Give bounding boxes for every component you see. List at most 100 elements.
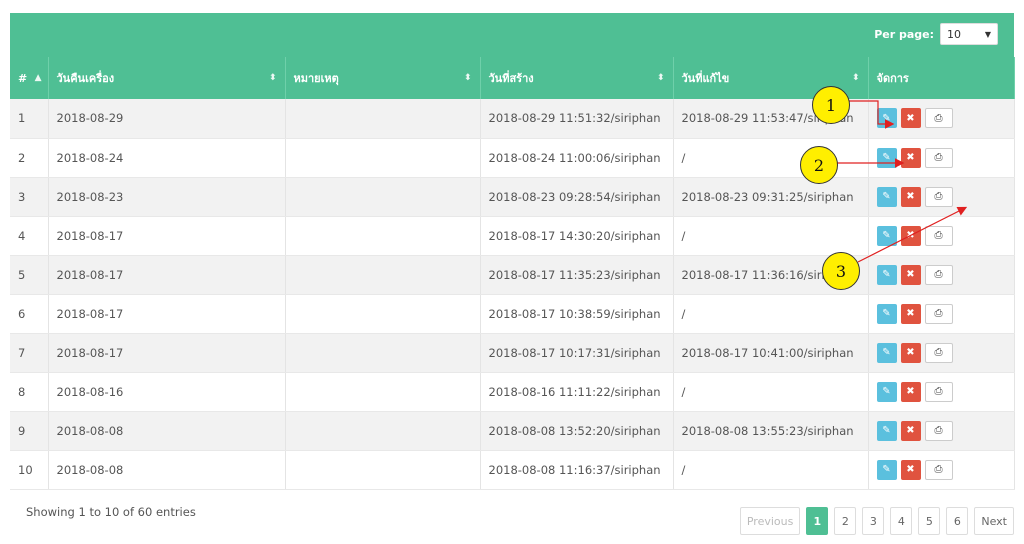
note bbox=[285, 99, 481, 139]
column-header-number[interactable]: # ▲ bbox=[10, 57, 49, 99]
edited-at: / bbox=[673, 294, 869, 334]
delete-button[interactable]: ✖ bbox=[900, 420, 921, 441]
return-date: 2018-08-17 bbox=[48, 294, 286, 334]
note bbox=[285, 450, 481, 490]
return-date: 2018-08-08 bbox=[48, 450, 286, 490]
note bbox=[285, 216, 481, 256]
row-actions: ✎ ✖ ⎙ bbox=[868, 216, 1015, 256]
callout-2: 2 bbox=[800, 146, 838, 184]
entries-panel: Per page: 10 ▼ # ▲ วันคืนเครื่อง ⬍ หมายเหต… bbox=[10, 13, 1015, 541]
printer-icon: ⎙ bbox=[934, 230, 943, 241]
page-button-5[interactable]: 5 bbox=[918, 507, 941, 535]
printer-icon: ⎙ bbox=[934, 464, 943, 475]
row-number: 8 bbox=[10, 372, 49, 412]
print-button[interactable]: ⎙ bbox=[924, 342, 953, 363]
edit-icon: ✎ bbox=[882, 112, 891, 124]
note bbox=[285, 372, 481, 412]
edit-button[interactable]: ✎ bbox=[876, 381, 897, 402]
edit-button[interactable]: ✎ bbox=[876, 342, 897, 363]
edit-button[interactable]: ✎ bbox=[876, 420, 897, 441]
row-actions: ✎ ✖ ⎙ bbox=[868, 255, 1015, 295]
table-body: 1 2018-08-29 2018-08-29 11:51:32/siriphan 2… bbox=[10, 99, 1015, 490]
row-number: 2 bbox=[10, 138, 49, 178]
previous-page-button[interactable]: Previous bbox=[739, 507, 801, 535]
printer-icon: ⎙ bbox=[934, 191, 943, 202]
print-button[interactable]: ⎙ bbox=[924, 420, 953, 441]
table-row: 3 2018-08-23 2018-08-23 09:28:54/siriphan 2… bbox=[10, 177, 1015, 217]
print-button[interactable]: ⎙ bbox=[924, 303, 953, 324]
print-button[interactable]: ⎙ bbox=[924, 186, 953, 207]
page-button-4[interactable]: 4 bbox=[890, 507, 913, 535]
close-icon: ✖ bbox=[906, 112, 915, 124]
table-row: 8 2018-08-16 2018-08-16 11:11:22/siriphan /… bbox=[10, 372, 1015, 412]
print-button[interactable]: ⎙ bbox=[924, 459, 953, 480]
edited-at: 2018-08-08 13:55:23/siriphan bbox=[673, 411, 869, 451]
edit-button[interactable]: ✎ bbox=[876, 108, 897, 129]
row-actions: ✎ ✖ ⎙ bbox=[868, 294, 1015, 334]
sort-icon: ⬍ bbox=[268, 73, 277, 83]
close-icon: ✖ bbox=[906, 308, 915, 319]
delete-button[interactable]: ✖ bbox=[900, 186, 921, 207]
table-row: 4 2018-08-17 2018-08-17 14:30:20/siriphan /… bbox=[10, 216, 1015, 256]
delete-button[interactable]: ✖ bbox=[900, 225, 921, 246]
row-actions: ✎ ✖ ⎙ bbox=[868, 138, 1015, 178]
delete-button[interactable]: ✖ bbox=[900, 108, 921, 129]
page-button-2[interactable]: 2 bbox=[834, 507, 857, 535]
created-at: 2018-08-08 13:52:20/siriphan bbox=[480, 411, 674, 451]
per-page-select[interactable]: 10 ▼ bbox=[940, 23, 998, 45]
row-actions: ✎ ✖ ⎙ bbox=[868, 177, 1015, 217]
edit-button[interactable]: ✎ bbox=[876, 186, 897, 207]
edit-button[interactable]: ✎ bbox=[876, 147, 897, 168]
edit-icon: ✎ bbox=[882, 308, 891, 319]
column-header-note[interactable]: หมายเหตุ ⬍ bbox=[285, 57, 481, 99]
print-button[interactable]: ⎙ bbox=[924, 108, 953, 129]
row-actions: ✎ ✖ ⎙ bbox=[868, 333, 1015, 373]
row-number: 3 bbox=[10, 177, 49, 217]
table-row: 10 2018-08-08 2018-08-08 11:16:37/siriphan… bbox=[10, 450, 1015, 490]
page-button-1[interactable]: 1 bbox=[806, 507, 829, 535]
delete-button[interactable]: ✖ bbox=[900, 147, 921, 168]
printer-icon: ⎙ bbox=[934, 308, 943, 319]
page-button-3[interactable]: 3 bbox=[862, 507, 885, 535]
print-button[interactable]: ⎙ bbox=[924, 225, 953, 246]
column-header-created[interactable]: วันที่สร้าง ⬍ bbox=[480, 57, 674, 99]
printer-icon: ⎙ bbox=[934, 152, 943, 163]
edit-button[interactable]: ✎ bbox=[876, 459, 897, 480]
close-icon: ✖ bbox=[906, 230, 915, 241]
delete-button[interactable]: ✖ bbox=[900, 459, 921, 480]
return-date: 2018-08-17 bbox=[48, 216, 286, 256]
delete-button[interactable]: ✖ bbox=[900, 264, 921, 285]
entries-table: # ▲ วันคืนเครื่อง ⬍ หมายเหตุ ⬍ วันที่สร้าง ⬍… bbox=[10, 57, 1015, 490]
close-icon: ✖ bbox=[906, 425, 915, 436]
callout-3: 3 bbox=[822, 252, 860, 290]
printer-icon: ⎙ bbox=[934, 425, 943, 436]
printer-icon: ⎙ bbox=[934, 112, 943, 124]
chevron-down-icon: ▼ bbox=[984, 29, 991, 39]
print-button[interactable]: ⎙ bbox=[924, 381, 953, 402]
return-date: 2018-08-23 bbox=[48, 177, 286, 217]
return-date: 2018-08-29 bbox=[48, 99, 286, 139]
delete-button[interactable]: ✖ bbox=[900, 342, 921, 363]
delete-button[interactable]: ✖ bbox=[900, 303, 921, 324]
per-page-label: Per page: bbox=[874, 27, 934, 41]
delete-button[interactable]: ✖ bbox=[900, 381, 921, 402]
table-row: 7 2018-08-17 2018-08-17 10:17:31/siriphan 2… bbox=[10, 333, 1015, 373]
edit-button[interactable]: ✎ bbox=[876, 225, 897, 246]
edit-icon: ✎ bbox=[882, 152, 891, 163]
print-button[interactable]: ⎙ bbox=[924, 264, 953, 285]
next-page-button[interactable]: Next bbox=[974, 507, 1014, 535]
column-header-return-date[interactable]: วันคืนเครื่อง ⬍ bbox=[48, 57, 286, 99]
table-toolbar: Per page: 10 ▼ bbox=[10, 13, 1014, 57]
edit-button[interactable]: ✎ bbox=[876, 264, 897, 285]
return-date: 2018-08-17 bbox=[48, 333, 286, 373]
edit-button[interactable]: ✎ bbox=[876, 303, 897, 324]
note bbox=[285, 294, 481, 334]
close-icon: ✖ bbox=[906, 464, 915, 475]
edited-at: 2018-08-23 09:31:25/siriphan bbox=[673, 177, 869, 217]
row-number: 4 bbox=[10, 216, 49, 256]
print-button[interactable]: ⎙ bbox=[924, 147, 953, 168]
created-at: 2018-08-17 10:17:31/siriphan bbox=[480, 333, 674, 373]
page-button-6[interactable]: 6 bbox=[946, 507, 969, 535]
close-icon: ✖ bbox=[906, 152, 915, 163]
pagination: Previous 1 2 3 4 5 6 Next bbox=[739, 507, 1014, 535]
